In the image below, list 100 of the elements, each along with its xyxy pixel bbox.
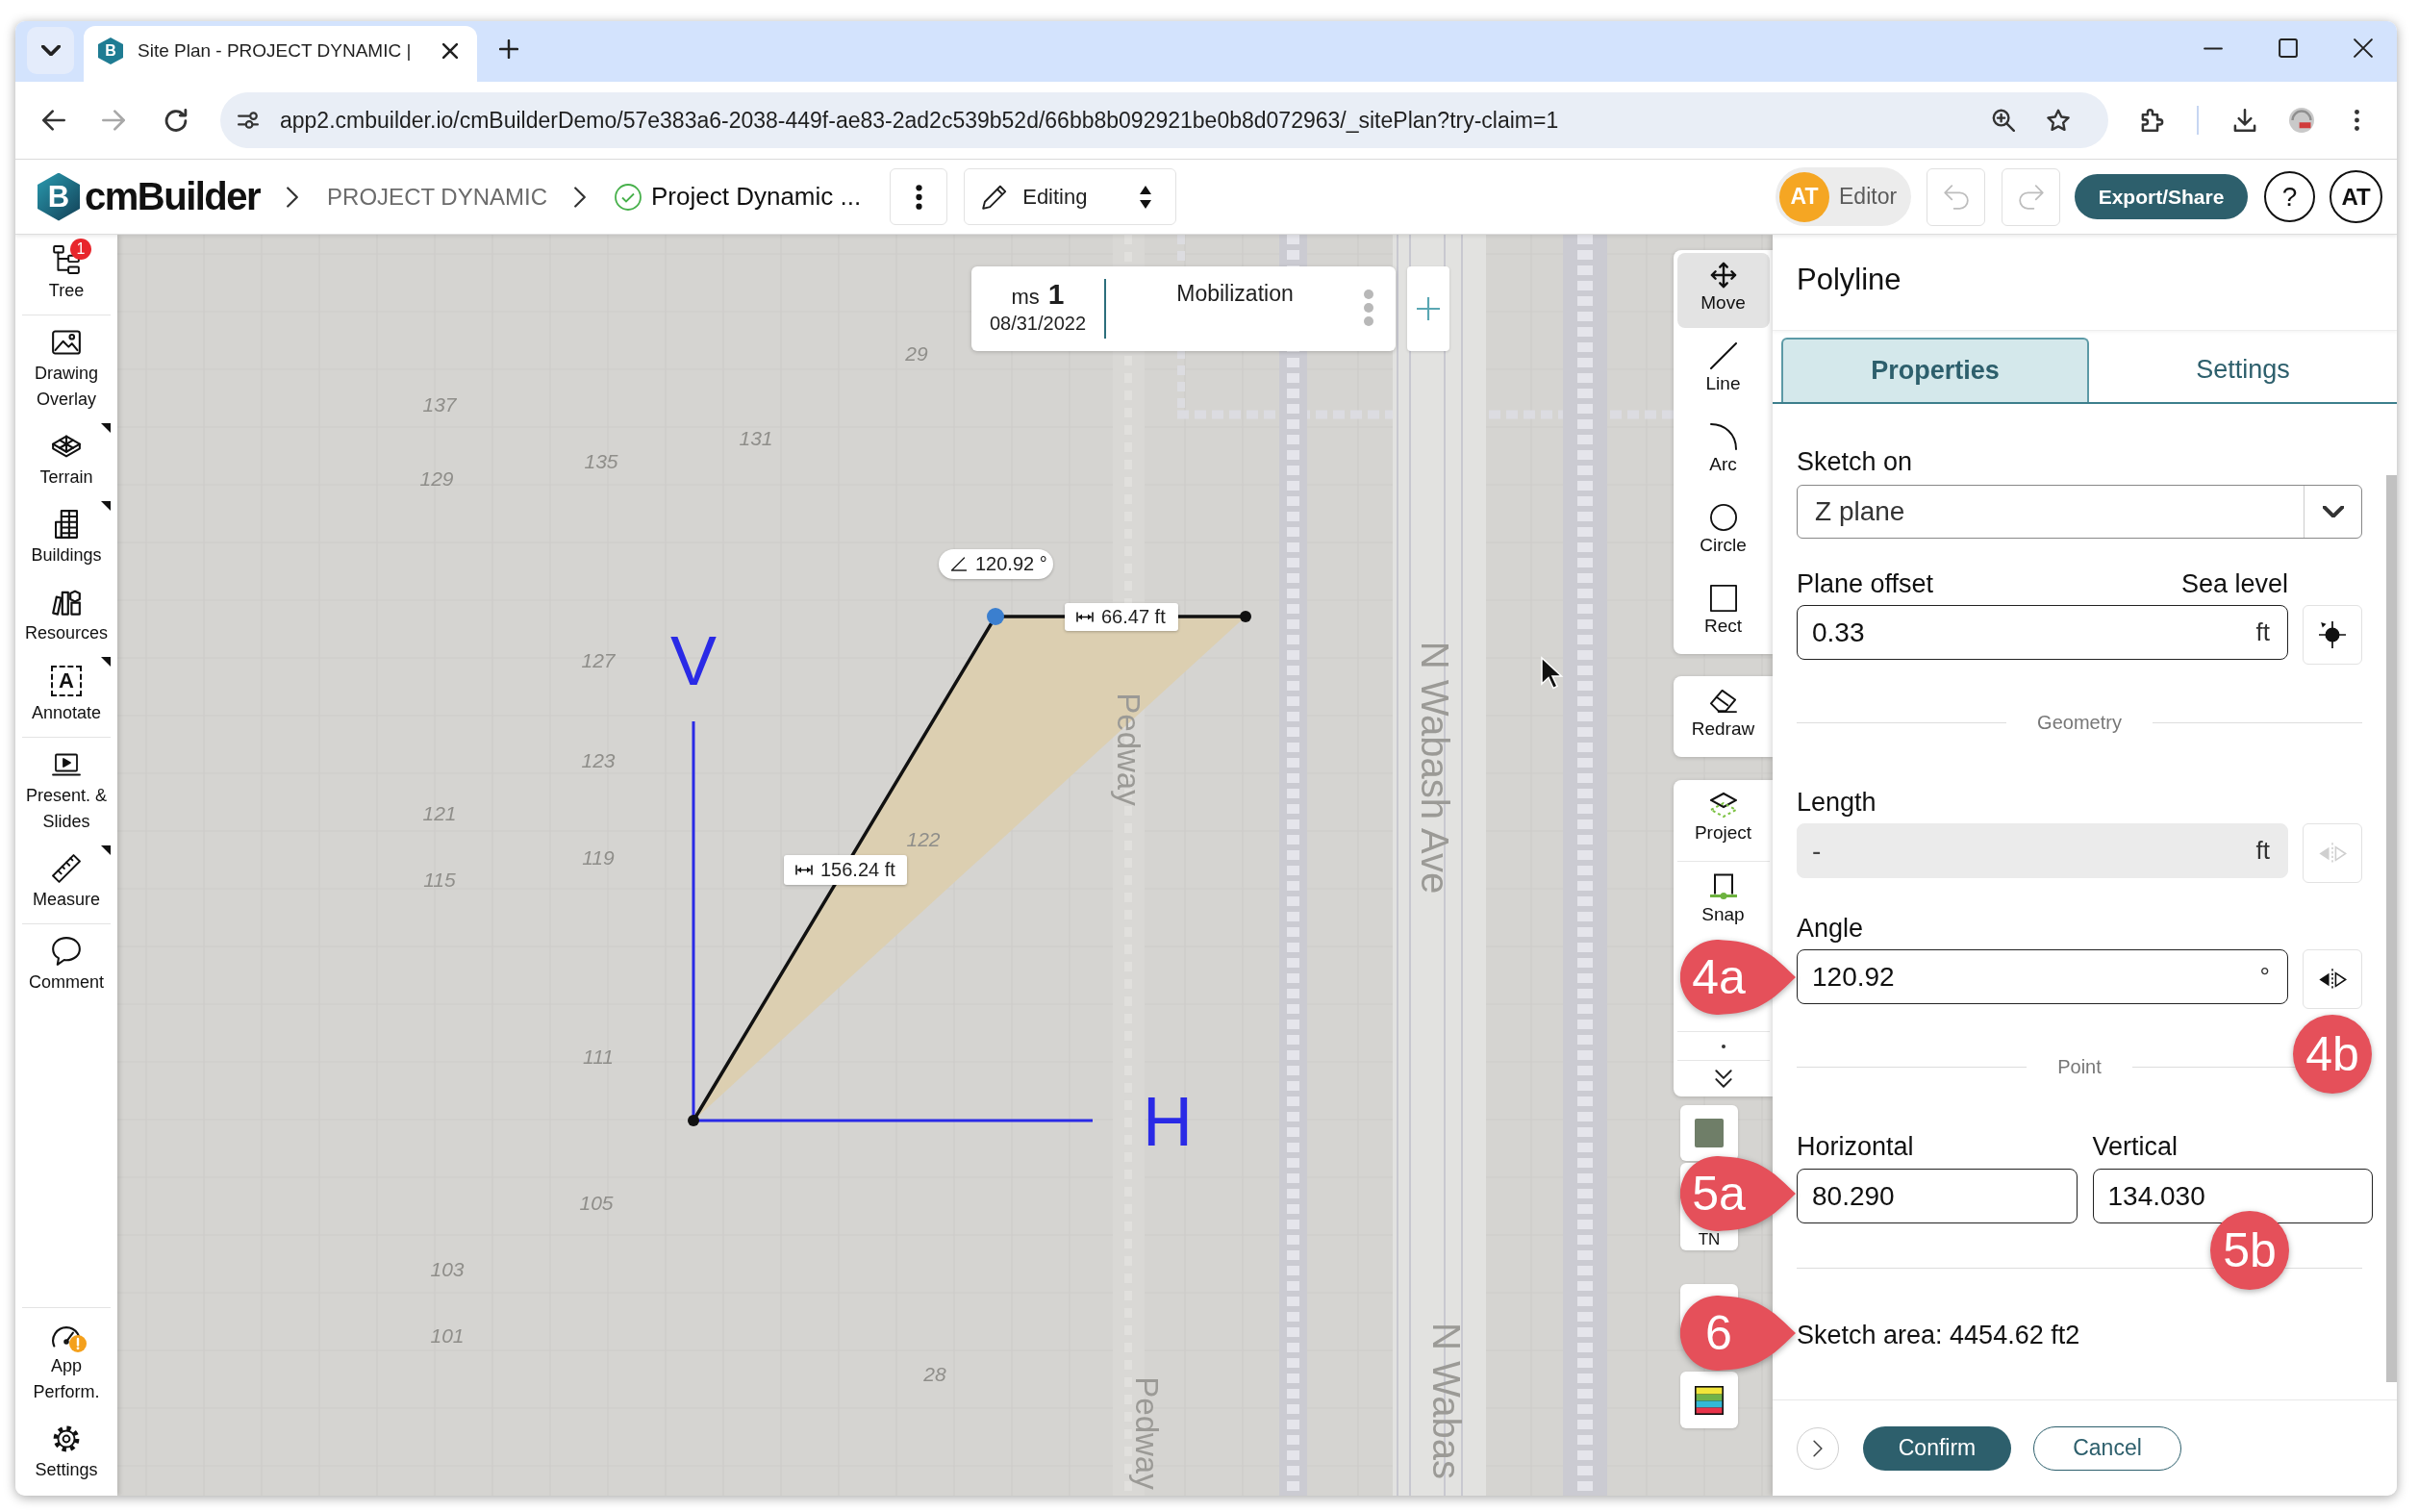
milestone-card[interactable]: ms 1 08/31/2022 Mobilization [971,266,1396,351]
sidebar-item[interactable]: Present. & Slides [16,740,116,844]
close-icon[interactable] [2354,38,2373,58]
input-field[interactable]: 0.33 ft [1797,605,2288,660]
tool-button[interactable]: Project [1676,783,1770,858]
ruler-icon [52,854,81,883]
tool-button[interactable]: Redraw [1676,679,1770,754]
tab[interactable]: Properties [1781,338,2089,402]
step-callout-tooltip: 4a [1680,940,1796,1015]
account-avatar-button[interactable]: AT [2330,170,2382,223]
chevron-right-icon [574,186,587,208]
plus-icon [1417,297,1440,320]
basemap-button[interactable] [1680,1105,1738,1161]
vertex-point[interactable] [1240,611,1251,622]
image-icon [52,328,81,357]
sidebar-item[interactable]: Settings [16,1414,116,1492]
help-button[interactable]: ? [2264,171,2315,222]
puzzle-piece-icon[interactable] [2141,109,2164,132]
field-label: Sketch on [1797,446,1914,477]
sidebar-item[interactable]: Tree 1 [16,235,116,313]
tool-button[interactable]: Snap [1676,865,1770,940]
tool-button[interactable]: Rect [1676,576,1770,651]
reference-label: Sea level [2180,568,2288,599]
sidebar-item[interactable]: A Annotate [16,655,116,735]
dimension-value: 156.24 ft [820,859,895,881]
field-label: Plane offset [1797,568,1934,599]
reload-icon[interactable] [164,109,188,132]
street-label: Pedway [1128,1376,1165,1490]
extension-icon[interactable] [2289,108,2314,133]
angle-icon [950,557,968,571]
line-icon [1709,342,1737,369]
street-label: N Wabash Ave [1414,641,1456,895]
mode-select[interactable]: Editing [964,168,1177,225]
street-label: N Wabas [1425,1323,1468,1479]
sidebar-item[interactable]: Resources [16,577,116,655]
tool-button[interactable]: Move [1676,253,1770,328]
download-icon[interactable] [2233,109,2256,132]
vertex-point[interactable] [688,1115,699,1126]
breadcrumb-link[interactable]: PROJECT DYNAMIC [327,183,548,211]
export-share-button[interactable]: Export/Share [2075,174,2248,219]
scrollbar-thumb[interactable] [2386,475,2397,1382]
cancel-button[interactable]: Cancel [2033,1425,2181,1471]
zoom-in-icon[interactable] [1992,109,2015,132]
input-field[interactable]: 120.92 ° [1797,949,2288,1004]
sidebar-item[interactable]: App Perform. [16,1310,116,1414]
breadcrumb-current[interactable]: Project Dynamic ... [651,182,862,212]
select-field[interactable]: Z plane [1797,485,2362,539]
star-icon[interactable] [2047,109,2070,132]
speech-bubble-icon [52,937,81,966]
maximize-icon[interactable] [2279,38,2298,58]
section-label: Point [2056,1055,2103,1078]
selected-vertex-point[interactable] [987,608,1004,625]
tool-button[interactable]: Line [1676,334,1770,409]
kebab-menu-icon[interactable] [2355,110,2359,131]
sidebar-item[interactable]: Drawing Overlay [16,317,116,421]
kebab-icon [915,184,922,210]
user-role-chip[interactable]: AT Editor [1776,167,1911,226]
tab-favicon: B [98,38,123,64]
input-field[interactable]: 80.290 [1797,1169,2078,1223]
layers-button[interactable] [1680,1372,1738,1428]
flip-button[interactable] [2303,949,2362,1009]
map-label: 111 [583,1045,614,1068]
input-field[interactable]: 134.030 [2092,1169,2373,1223]
tool-button[interactable]: Arc [1676,415,1770,490]
more-options-button[interactable] [890,168,948,225]
milestone-name: Mobilization [1175,280,1295,307]
snap-point-icon [1709,873,1737,900]
sidebar-item[interactable]: Comment [16,926,116,1004]
tool-button[interactable]: Circle [1676,495,1770,570]
map-label: 135 [584,449,618,472]
confirm-button[interactable]: Confirm [1863,1425,2011,1471]
map-label: 129 [419,466,454,490]
logo-mark[interactable]: B [38,172,80,221]
text-frame-icon: A [51,666,82,696]
flip-arrows-icon [2318,967,2347,992]
pick-point-button[interactable] [2303,605,2362,665]
tab-search-button[interactable] [27,27,74,74]
site-settings-icon[interactable] [238,110,259,131]
minimize-icon[interactable] [2204,47,2223,50]
building-icon [52,510,81,539]
browser-tab[interactable]: B Site Plan - PROJECT DYNAMIC | [84,26,477,82]
tab[interactable]: Settings [2089,338,2397,402]
sidebar-item[interactable]: Terrain [16,421,116,499]
close-icon[interactable] [442,43,458,59]
field-label: Vertical [2092,1131,2179,1162]
sidebar-item[interactable]: Measure [16,844,116,921]
map-label: 103 [430,1257,465,1280]
plus-icon[interactable] [499,38,518,59]
logo-wordmark[interactable]: cmBuilder [85,175,261,218]
double-chevron-down-icon [1714,1070,1732,1088]
sidebar-item[interactable]: Buildings [16,499,116,577]
back-arrow-icon[interactable] [42,109,65,132]
milestone-date: 08/31/2022 [989,313,1087,335]
map-label: 123 [581,748,616,771]
address-bar[interactable]: app2.cmbuilder.io/cmBuilderDemo/57e383a6-2038-449f-ae83-2ad2c539b52d/66bb8b092921be0b8d072963/_sitePlan?try-claim=1 [220,92,2108,148]
add-milestone-button[interactable] [1407,266,1449,351]
step-callout-tooltip: 5a [1680,1156,1796,1231]
map-label: 121 [422,801,457,824]
milestone-number: 1 [1047,278,1065,311]
role-label: Editor [1839,184,1898,210]
